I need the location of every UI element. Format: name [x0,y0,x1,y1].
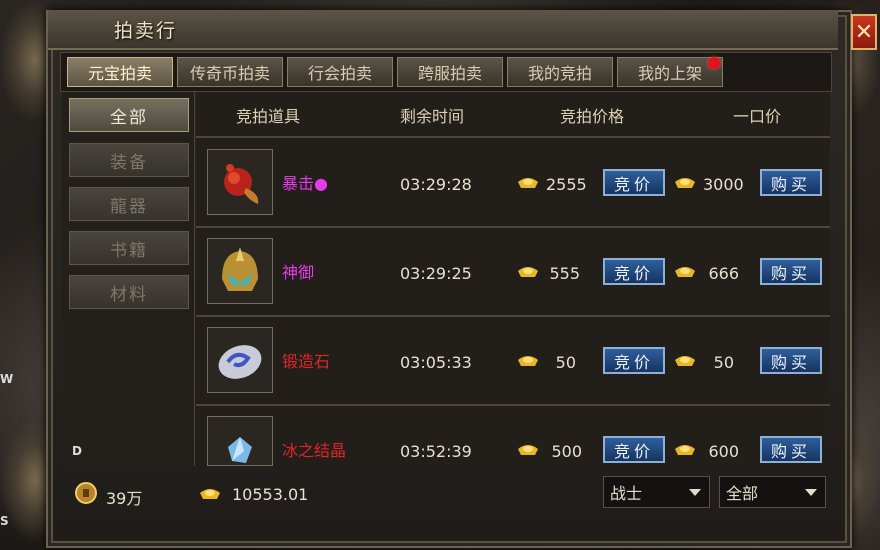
bid-price: 50 [555,353,576,372]
time-left: 03:52:39 [400,442,472,461]
category-filter-dropdown[interactable]: 全部 [719,476,826,508]
side-label-s: S [0,514,9,528]
buy-button[interactable]: 购买 [760,347,822,374]
class-filter-dropdown[interactable]: 战士 [603,476,710,508]
side-label-w: W [0,372,14,386]
bid-price: 500 [551,442,582,461]
item-name: 冰之结晶 [282,441,347,460]
buyout-price: 3000 [703,175,744,194]
tab-legend-coin-auction[interactable]: 传奇币拍卖 [177,57,283,87]
header-item: 竞拍道具 [236,107,301,126]
category-all[interactable]: 全部 [69,98,189,132]
item-name: 暴击● [282,174,328,193]
gold-ingot-icon [675,267,695,277]
ice-crystal-icon[interactable] [207,416,273,466]
row-divider [196,404,830,406]
class-filter-value: 战士 [610,484,643,503]
tab-guild-auction[interactable]: 行会拍卖 [287,57,393,87]
item-name: 神御 [282,263,315,282]
gold-ingot-icon [200,489,220,499]
header-buyout-price: 一口价 [733,107,782,126]
notification-dot [708,57,720,69]
coin-balance: 39万 [106,489,143,508]
category-books[interactable]: 书籍 [69,231,189,265]
time-left: 03:29:25 [400,264,472,283]
item-name: 锻造石 [282,352,331,371]
category-equipment[interactable]: 装备 [69,143,189,177]
row-divider [196,226,830,228]
bid-price: 555 [549,264,580,283]
buyout-price: 50 [713,353,734,372]
gold-ingot-balance: 10553.01 [232,485,309,504]
coin-icon [75,482,97,504]
tab-cross-server-auction[interactable]: 跨服拍卖 [397,57,503,87]
golden-helmet-icon[interactable] [207,238,273,304]
bid-price: 2555 [546,175,587,194]
buy-button[interactable]: 购买 [760,436,822,463]
bid-button[interactable]: 竞价 [603,347,665,374]
tab-yuanbao-auction[interactable]: 元宝拍卖 [67,57,173,87]
gold-ingot-icon [518,356,538,366]
red-dragon-charm-icon[interactable] [207,149,273,215]
footer-bar [62,470,830,516]
window-title: 拍卖行 [114,20,178,42]
bid-button[interactable]: 竞价 [603,169,665,196]
category-dragon-artifact[interactable]: 龍器 [69,187,189,221]
time-left: 03:29:28 [400,175,472,194]
tab-my-bids[interactable]: 我的竞拍 [507,57,613,87]
gold-ingot-icon [675,356,695,366]
gold-ingot-icon [518,445,538,455]
close-button[interactable]: ✕ [851,14,877,50]
side-label-d: D [72,444,82,458]
buy-button[interactable]: 购买 [760,169,822,196]
category-materials[interactable]: 材料 [69,275,189,309]
chevron-down-icon [689,489,701,496]
forging-stone-icon[interactable] [207,327,273,393]
gold-ingot-icon [675,445,695,455]
buy-button[interactable]: 购买 [760,258,822,285]
gold-ingot-icon [518,178,538,188]
chevron-down-icon [805,489,817,496]
category-filter-value: 全部 [726,484,759,503]
buyout-price: 600 [708,442,739,461]
header-bid-price: 竞拍价格 [560,107,625,126]
buyout-price: 666 [708,264,739,283]
bid-button[interactable]: 竞价 [603,258,665,285]
row-divider [196,315,830,317]
gold-ingot-icon [675,178,695,188]
header-time-left: 剩余时间 [400,107,465,126]
gold-ingot-icon [518,267,538,277]
bid-button[interactable]: 竞价 [603,436,665,463]
time-left: 03:05:33 [400,353,472,372]
